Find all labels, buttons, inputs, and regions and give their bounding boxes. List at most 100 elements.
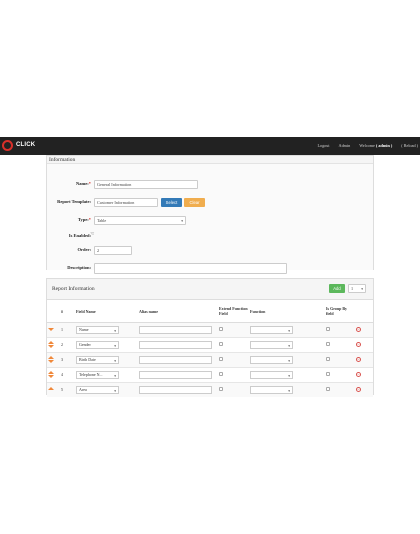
chevron-down-icon: ▾	[288, 388, 290, 393]
function-select[interactable]: ▾	[250, 340, 293, 349]
description-label: Description:	[67, 265, 91, 270]
chevron-down-icon: ▾	[114, 388, 116, 393]
information-panel-title: Information	[47, 156, 373, 164]
move-arrows-icon[interactable]	[48, 340, 54, 348]
order-input[interactable]: 2	[94, 246, 132, 255]
clear-button[interactable]: Clear	[184, 198, 205, 207]
function-select[interactable]: ▾	[250, 325, 293, 334]
report-template-input[interactable]: Customer Information	[94, 198, 158, 207]
alias-input[interactable]	[139, 340, 212, 349]
is-enabled-label: Is Enabled:	[68, 233, 91, 238]
extend-function-checkbox[interactable]	[219, 372, 223, 376]
table-row: 1 Name ▾ ▾ −	[47, 321, 373, 337]
chevron-down-icon: ▾	[114, 358, 116, 363]
move-up-icon[interactable]	[48, 387, 54, 391]
report-information-panel: Report Information Add 1 ▾ # Field Name …	[46, 278, 374, 397]
group-by-checkbox[interactable]	[326, 342, 330, 346]
chevron-down-icon: ▾	[288, 343, 290, 348]
chevron-down-icon: ▾	[288, 328, 290, 333]
table-row: 5 Area ▾ ▾ −	[47, 381, 373, 397]
row-number: 1	[60, 321, 75, 337]
field-name-value: Birth Date	[79, 356, 96, 362]
add-button[interactable]: Add	[329, 284, 345, 293]
alias-input[interactable]	[139, 325, 212, 334]
field-name-select[interactable]: Telephone N... ▾	[76, 370, 119, 379]
field-name-select[interactable]: Area ▾	[76, 385, 119, 394]
function-select[interactable]: ▾	[250, 370, 293, 379]
chevron-down-icon: ▾	[181, 219, 183, 223]
col-delete	[355, 301, 373, 323]
field-name-value: Name	[79, 326, 89, 332]
delete-row-icon[interactable]: −	[356, 327, 361, 332]
chevron-down-icon: ▾	[288, 358, 290, 363]
alias-input[interactable]	[139, 355, 212, 364]
logo-text: CLICK	[16, 142, 36, 148]
extend-function-checkbox[interactable]	[219, 357, 223, 361]
col-extend-function: Extend Function Field	[218, 301, 249, 323]
report-panel-header: Report Information Add 1 ▾	[47, 279, 373, 300]
field-name-select[interactable]: Birth Date ▾	[76, 355, 119, 364]
top-navbar: CLICK Logout Admin Welcome ( admin ) ( R…	[0, 137, 420, 155]
logout-link[interactable]: Logout	[317, 143, 329, 148]
table-row: 4 Telephone N... ▾ ▾ −	[47, 366, 373, 382]
col-move	[47, 301, 60, 323]
row-number: 4	[60, 366, 75, 382]
reload-link[interactable]: ( Reload )	[401, 143, 418, 148]
col-group-by: Is Group By field	[325, 301, 355, 323]
information-panel: Information Name:* General Information R…	[46, 155, 374, 274]
name-input[interactable]: General Information	[94, 180, 198, 189]
extend-function-checkbox[interactable]	[219, 327, 223, 331]
table-header-row: # Field Name Alias name Extend Function …	[47, 301, 373, 323]
chevron-down-icon: ▾	[288, 373, 290, 378]
field-name-select[interactable]: Name ▾	[76, 325, 119, 334]
chevron-down-icon: ▾	[361, 287, 363, 291]
cursor-icon: ☜	[90, 232, 95, 237]
function-select[interactable]: ▾	[250, 385, 293, 394]
field-name-value: Gender	[79, 341, 91, 347]
extend-function-checkbox[interactable]	[219, 342, 223, 346]
description-textarea[interactable]	[94, 263, 287, 274]
information-form: Name:* General Information Report Templa…	[47, 164, 373, 274]
col-function: Function	[249, 301, 325, 323]
col-alias-name: Alias name	[138, 301, 218, 323]
field-name-select[interactable]: Gender ▾	[76, 340, 119, 349]
page-select[interactable]: 1 ▾	[348, 284, 366, 293]
type-select[interactable]: Table ▾	[94, 216, 186, 225]
col-field-name: Field Name	[75, 301, 138, 323]
order-label: Order:	[77, 247, 92, 252]
chevron-down-icon: ▾	[114, 328, 116, 333]
delete-row-icon[interactable]: −	[356, 357, 361, 362]
table-row: 2 Gender ▾ ▾ −	[47, 336, 373, 352]
delete-row-icon[interactable]: −	[356, 372, 361, 377]
move-arrows-icon[interactable]	[48, 355, 54, 363]
alias-input[interactable]	[139, 385, 212, 394]
welcome-user: ( admin )	[375, 143, 393, 148]
type-select-value: Table	[97, 218, 107, 223]
col-number: #	[60, 301, 75, 323]
select-button[interactable]: Select	[161, 198, 182, 207]
extend-function-checkbox[interactable]	[219, 387, 223, 392]
group-by-checkbox[interactable]	[326, 387, 330, 392]
alias-input[interactable]	[139, 370, 212, 379]
name-label: Name:*	[76, 181, 91, 186]
row-number: 5	[60, 381, 75, 397]
report-template-label: Report Template:	[57, 199, 91, 204]
page-select-value: 1	[351, 286, 354, 291]
function-select[interactable]: ▾	[250, 355, 293, 364]
table-row: 3 Birth Date ▾ ▾ −	[47, 351, 373, 367]
row-number: 3	[60, 351, 75, 367]
field-name-value: Telephone N...	[79, 371, 103, 377]
admin-link[interactable]: Admin	[339, 143, 351, 148]
delete-row-icon[interactable]: −	[356, 342, 361, 347]
row-number: 2	[60, 336, 75, 352]
move-arrows-icon[interactable]	[48, 370, 54, 378]
group-by-checkbox[interactable]	[326, 357, 330, 361]
delete-row-icon[interactable]: −	[356, 387, 361, 393]
type-label: Type:*	[77, 217, 91, 222]
move-down-icon[interactable]	[48, 328, 54, 331]
report-panel-title: Report Information	[52, 286, 95, 292]
welcome-text: Welcome ( admin )	[359, 143, 393, 148]
group-by-checkbox[interactable]	[326, 372, 330, 376]
group-by-checkbox[interactable]	[326, 327, 330, 331]
logo-icon[interactable]	[2, 140, 14, 152]
